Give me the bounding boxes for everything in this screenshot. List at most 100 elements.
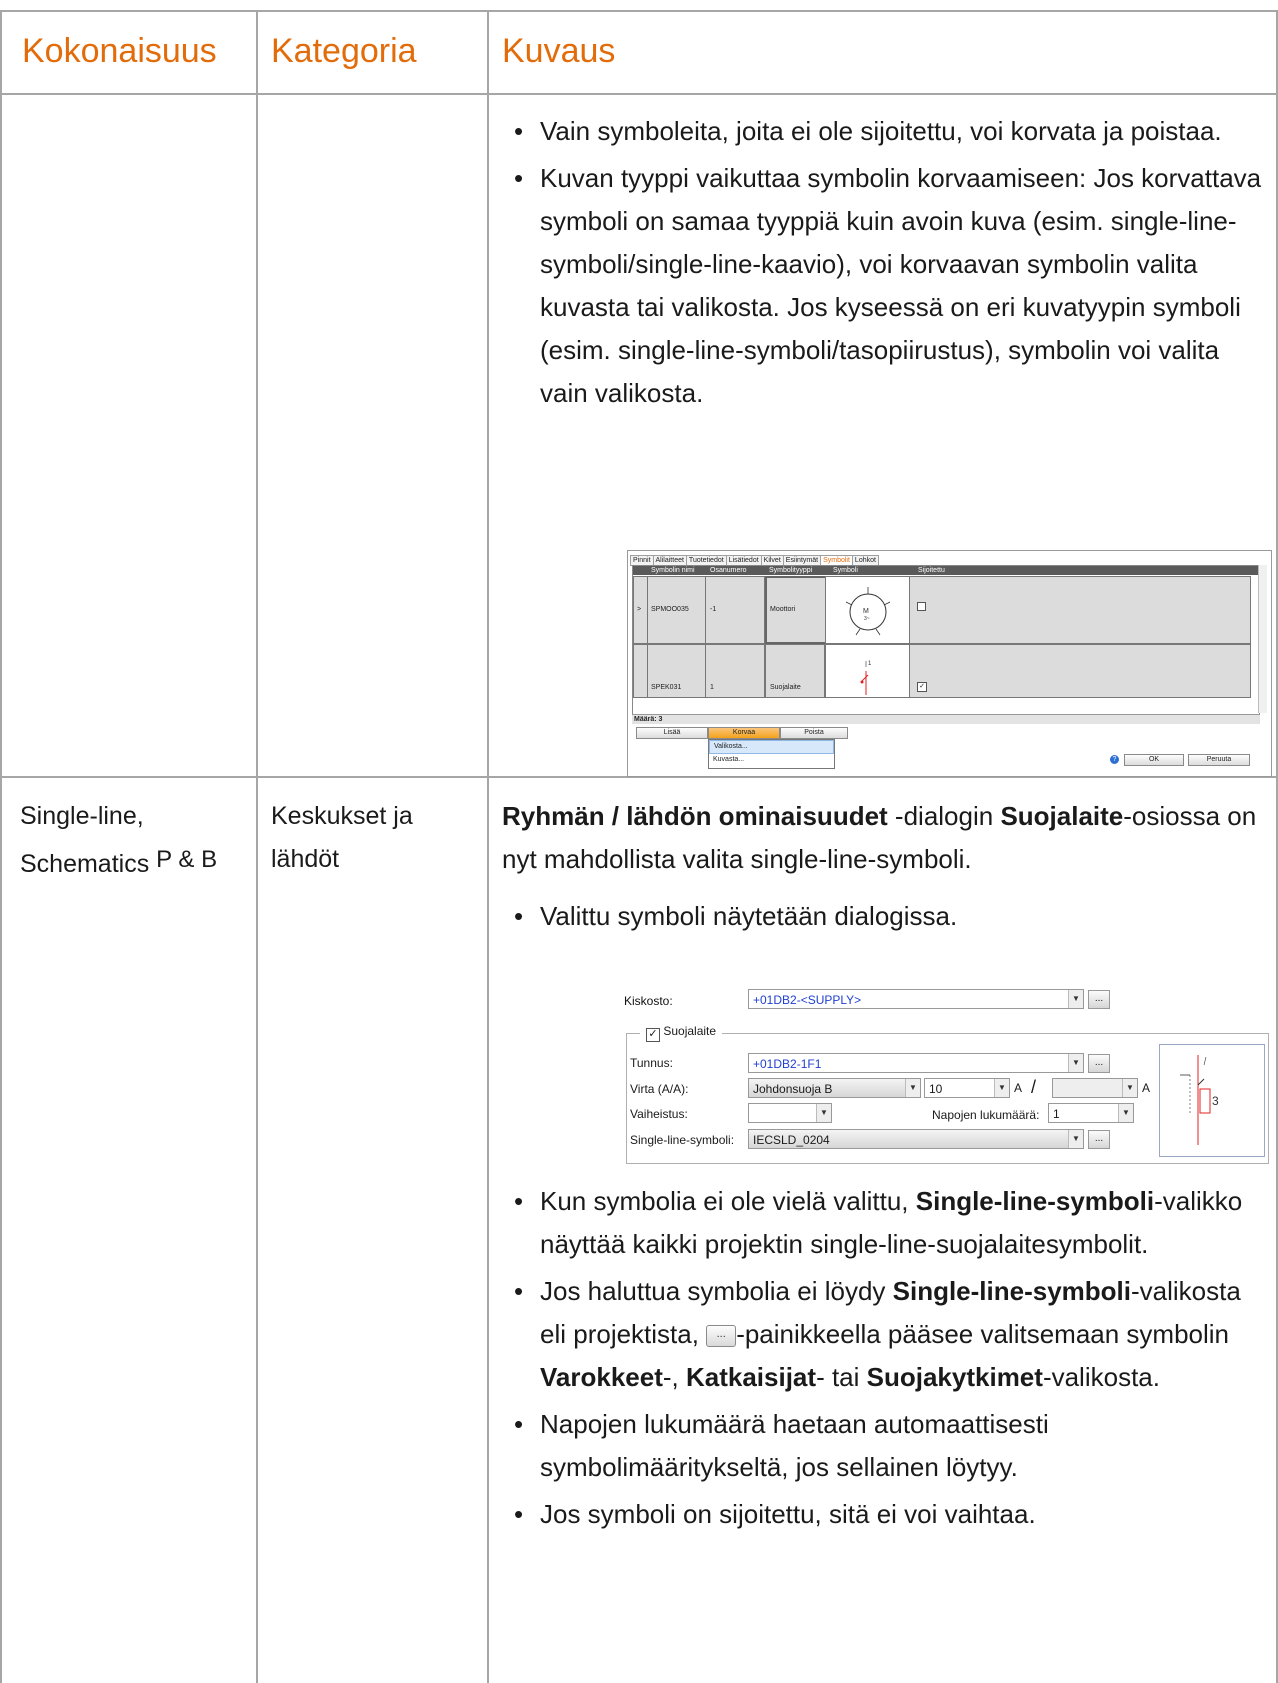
browse-button-icon: ...	[706, 1325, 737, 1348]
help-icon[interactable]: ?	[1110, 755, 1119, 764]
header-kokonaisuus: Kokonaisuus	[22, 32, 217, 70]
suojalaite-group-header: ✓ Suojalaite	[640, 1024, 723, 1042]
symbol-preview-cell: 1	[825, 644, 911, 698]
chevron-down-icon: ▼	[1122, 1079, 1137, 1097]
table-cell	[909, 576, 1251, 644]
single-line-symbol-select[interactable]: IECSLD_0204 ▼	[748, 1129, 1084, 1149]
bullet3-end: -valikosta.	[1042, 1362, 1160, 1392]
list-item: Napojen lukumäärä haetaan automaattisest…	[506, 1403, 1272, 1489]
symbol-browse-button[interactable]: ...	[1088, 1130, 1110, 1149]
single-line-symbol-label: Single-line-symboli:	[630, 1133, 735, 1147]
menu-item-from-drawing[interactable]: Kuvasta...	[709, 754, 834, 766]
kiskosto-label: Kiskosto:	[624, 994, 673, 1008]
col-part-number[interactable]: Osanumero	[710, 566, 747, 575]
tunnus-label: Tunnus:	[630, 1056, 673, 1070]
tunnus-select[interactable]: +01DB2-1F1 ▼	[748, 1053, 1084, 1073]
table-cell	[909, 644, 1251, 698]
symbol-number-label: 3	[1212, 1094, 1219, 1108]
symbol-name: SPMOO035	[651, 606, 689, 613]
bullet2-pre: Kun symbolia ei ole vielä valittu,	[540, 1186, 916, 1216]
row-marker: >	[637, 606, 642, 613]
symbol-preview: 3	[1159, 1044, 1265, 1157]
row2-kokonaisuus: Single-line, Schematics P & B	[20, 795, 250, 886]
replace-dropdown: Valikosta... Kuvasta...	[708, 739, 835, 769]
napojen-input[interactable]: 1 ▼	[1048, 1103, 1134, 1123]
header-kuvaus: Kuvaus	[502, 32, 616, 70]
list-item: Kuvan tyyppi vaikuttaa symbolin korvaami…	[506, 157, 1272, 415]
tunnus-browse-button[interactable]: ...	[1088, 1054, 1110, 1073]
grid-header: Symbolin nimi Osanumero Symbolityyppi Sy…	[633, 566, 1259, 575]
svg-text:3~: 3~	[864, 616, 870, 622]
header-divider	[0, 93, 1278, 95]
chevron-down-icon: ▼	[994, 1079, 1009, 1097]
virta-max-input[interactable]: ▼	[1052, 1078, 1138, 1098]
row2-bullet-1: Valittu symboli näytetään dialogissa.	[506, 895, 1272, 938]
row2-kategoria: Keskukset ja lähdöt	[271, 802, 413, 873]
bullet3-suojakytkimet: Suojakytkimet	[866, 1362, 1043, 1392]
napojen-value: 1	[1053, 1107, 1060, 1121]
bullet2-bold: Single-line-symboli	[915, 1186, 1155, 1216]
menu-item-from-menu[interactable]: Valikosta...	[709, 740, 834, 754]
cancel-button[interactable]: Peruuta	[1188, 754, 1250, 766]
bullet3-sep1: -,	[662, 1362, 686, 1392]
placed-checkbox[interactable]: ✓	[917, 682, 927, 692]
bullet3-mid2: -painikkeella pääsee valitsemaan symboli…	[736, 1319, 1230, 1349]
add-button[interactable]: Lisää	[636, 727, 708, 739]
column-border-2	[487, 10, 489, 1683]
virta-type-value: Johdonsuoja B	[753, 1082, 833, 1096]
symbols-tab-screenshot: Pinnit Alilaitteet Tuotetiedot Lisätiedo…	[627, 550, 1272, 777]
symbol-preview-cell: M 3~	[825, 576, 911, 644]
chevron-down-icon: ▼	[1068, 1054, 1083, 1072]
virta-value-input[interactable]: 10 ▼	[924, 1078, 1010, 1098]
header-kategoria: Kategoria	[271, 32, 417, 70]
placed-checkbox[interactable]	[917, 602, 926, 611]
symbol-type: Suojalaite	[770, 684, 801, 691]
col-placed[interactable]: Sijoitettu	[918, 566, 945, 575]
row2-intro: Ryhmän / lähdön ominaisuudet -dialogin S…	[502, 795, 1272, 881]
intro-bold2: Suojalaite	[1000, 801, 1124, 831]
svg-text:M: M	[863, 608, 869, 615]
symbol-name: SPEK031	[651, 684, 682, 691]
replace-button[interactable]: Korvaa	[708, 727, 780, 739]
vaiheistus-select[interactable]: ▼	[748, 1103, 832, 1123]
bullet3-bold: Single-line-symboli	[892, 1276, 1131, 1306]
virta-label: Virta (A/A):	[630, 1082, 689, 1096]
col-symbol[interactable]: Symboli	[833, 566, 858, 575]
symbol-grid: Symbolin nimi Osanumero Symbolityyppi Sy…	[632, 565, 1260, 715]
col-symbol-name[interactable]: Symbolin nimi	[651, 566, 695, 575]
list-item: Valittu symboli näytetään dialogissa.	[506, 895, 1272, 938]
slash-label: /	[1031, 1077, 1037, 1097]
list-item: Jos symboli on sijoitettu, sitä ei voi v…	[506, 1493, 1272, 1536]
tab-strip: Pinnit Alilaitteet Tuotetiedot Lisätiedo…	[630, 555, 879, 566]
table-cell	[705, 644, 765, 698]
column-border-left	[0, 10, 2, 1683]
ok-button[interactable]: OK	[1124, 754, 1184, 766]
kiskosto-select[interactable]: +01DB2-<SUPPLY> ▼	[748, 989, 1084, 1009]
bullet3-varokkeet: Varokkeet	[540, 1362, 663, 1392]
remove-button[interactable]: Poista	[780, 727, 848, 739]
row1-description: Vain symboleita, joita ei ole sijoitettu…	[506, 110, 1272, 415]
virta-type-select[interactable]: Johdonsuoja B ▼	[748, 1078, 921, 1098]
suojalaite-label: Suojalaite	[663, 1024, 717, 1038]
document-page: Kokonaisuus Kategoria Kuvaus Vain symbol…	[0, 0, 1278, 1683]
column-border-1	[256, 10, 258, 1683]
chevron-down-icon: ▼	[816, 1104, 831, 1122]
unit-a-label: A	[1014, 1081, 1023, 1095]
motor-symbol-icon: M 3~	[845, 587, 891, 636]
unit-a-label-2: A	[1142, 1081, 1151, 1095]
suojalaite-checkbox[interactable]: ✓	[646, 1028, 660, 1042]
list-item: Vain symboleita, joita ei ole sijoitettu…	[506, 110, 1272, 153]
kiskosto-browse-button[interactable]: ...	[1088, 990, 1110, 1009]
kokonaisuus-schematics: Schematics	[20, 850, 150, 878]
protective-device-symbol-icon: 1	[860, 661, 872, 695]
list-item: Kun symbolia ei ole vielä valittu, Singl…	[506, 1180, 1272, 1266]
chevron-down-icon: ▼	[1118, 1104, 1133, 1122]
col-symbol-type[interactable]: Symbolityyppi	[769, 566, 812, 575]
chevron-down-icon: ▼	[1068, 990, 1083, 1008]
intro-mid: -dialogin	[887, 801, 1001, 831]
bullet3-sep2: - tai	[816, 1362, 867, 1392]
grid-scrollbar[interactable]	[1258, 565, 1267, 713]
chevron-down-icon: ▼	[905, 1079, 920, 1097]
kokonaisuus-suffix: P & B	[156, 846, 218, 873]
vaiheistus-label: Vaiheistus:	[630, 1107, 688, 1121]
